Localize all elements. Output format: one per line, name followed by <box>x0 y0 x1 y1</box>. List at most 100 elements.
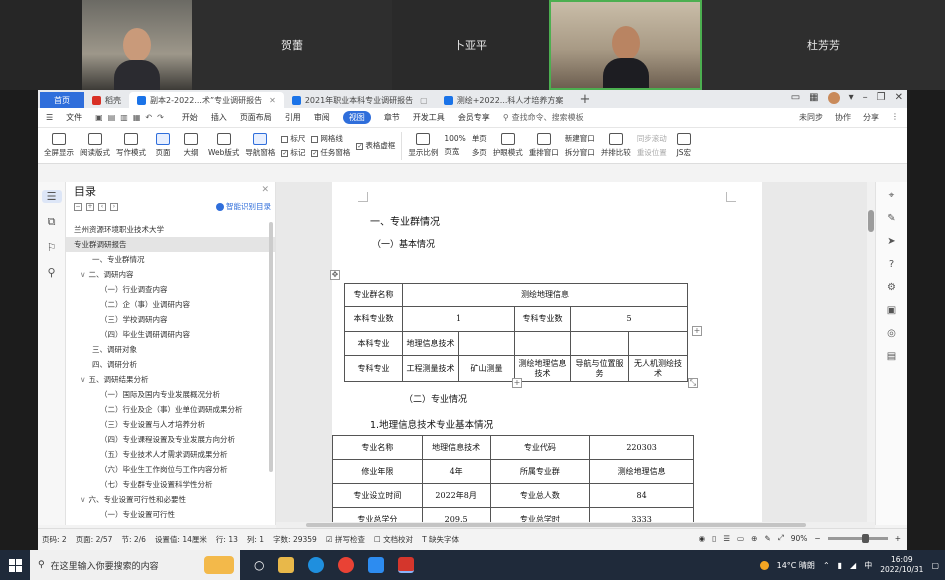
target-icon[interactable]: ◎ <box>887 328 896 339</box>
page-width-button[interactable]: 页宽 <box>444 146 465 157</box>
zoom-slider-knob[interactable] <box>861 533 869 543</box>
zoom-slider[interactable] <box>827 533 888 543</box>
page-view-button[interactable]: 页面 <box>152 133 174 158</box>
weather-text[interactable]: 14°C 晴朗 <box>777 560 815 571</box>
collaborate-button[interactable]: 协作 <box>835 112 851 123</box>
table-move-handle[interactable]: ✥ <box>330 270 340 280</box>
vertical-scrollbar[interactable] <box>867 182 875 525</box>
chevron-down-icon[interactable]: ∨ <box>80 375 86 384</box>
tab-home[interactable]: 首页 <box>40 92 84 108</box>
tab-document[interactable]: 测绘+2022...科人才培养方案 <box>436 92 572 108</box>
pen-icon[interactable]: ✎ <box>764 534 770 543</box>
scroll-thumb[interactable] <box>868 210 874 232</box>
menu-view[interactable]: 视图 <box>342 111 371 124</box>
clock[interactable]: 16:09 2022/10/31 <box>880 555 923 575</box>
video-tile[interactable]: 贺蕾 <box>192 0 392 90</box>
missing-fonts-button[interactable]: T 缺失字体 <box>422 534 459 545</box>
layout-icon[interactable]: ▭ <box>791 92 800 104</box>
toc-item[interactable]: 兰州资源环境职业技术大学 <box>66 222 275 237</box>
writing-mode-button[interactable]: 写作模式 <box>116 133 146 158</box>
ruler-checkbox[interactable]: 标尺 <box>281 133 305 144</box>
chrome-icon[interactable] <box>338 557 355 573</box>
fullscreen-button[interactable]: 全屏显示 <box>44 133 74 158</box>
toc-item[interactable]: 四、调研分析 <box>66 357 275 372</box>
user-avatar[interactable] <box>827 92 840 104</box>
wps-icon[interactable] <box>398 557 415 573</box>
toc-item[interactable]: ∨ 五、调研结果分析 <box>66 372 275 387</box>
toc-item[interactable]: （六）毕业生工作岗位与工作内容分析 <box>66 462 275 477</box>
ime-indicator[interactable]: 中 <box>864 560 872 571</box>
taskbar-search[interactable]: ⚲ 在这里输入你要搜索的内容 <box>30 550 240 580</box>
spell-check-button[interactable]: ☑ 拼写检查 <box>326 534 365 545</box>
command-search[interactable]: ⚲ 查找命令、搜索模板 <box>503 112 584 123</box>
add-column-handle[interactable]: + <box>692 326 702 336</box>
zoom-in-button[interactable]: + <box>895 534 901 543</box>
menu-file[interactable]: 文件 <box>66 112 82 123</box>
pen-icon[interactable]: ✎ <box>887 213 895 224</box>
add-row-handle[interactable]: + <box>512 378 522 388</box>
collapse-all-icon[interactable]: − <box>74 203 82 211</box>
share-button[interactable]: 分享 <box>863 112 879 123</box>
status-wordcount[interactable]: 字数: 29359 <box>273 534 317 545</box>
more-icon[interactable]: ⋮ <box>891 112 899 123</box>
status-pages[interactable]: 页面: 2/57 <box>76 534 113 545</box>
search-icon[interactable]: ⚲ <box>47 266 55 279</box>
bookmark-icon[interactable]: ⚐ <box>47 241 57 254</box>
toc-panel-icon[interactable]: ☰ <box>41 190 62 203</box>
pin-icon[interactable]: ⌖ <box>889 190 895 201</box>
tray-expand-icon[interactable]: ⌃ <box>823 561 830 570</box>
minimize-icon[interactable]: – <box>863 92 868 104</box>
toc-item[interactable]: （四）专业课程设置及专业发展方向分析 <box>66 432 275 447</box>
quick-toolbar[interactable]: ▣▤▥▦↶↷ <box>95 113 169 122</box>
new-tab-button[interactable]: + <box>571 92 598 108</box>
status-setting[interactable]: 设置值: 14厘米 <box>155 534 207 545</box>
read-icon[interactable]: ▭ <box>737 534 744 543</box>
task-view-icon[interactable]: ○ <box>254 558 264 572</box>
single-page-button[interactable]: 单页 <box>472 133 487 144</box>
toc-item[interactable]: （五）专业技术人才需求调研成果分析 <box>66 447 275 462</box>
restore-icon[interactable]: ❐ <box>877 92 886 104</box>
file-explorer-icon[interactable] <box>278 557 295 573</box>
toc-item[interactable]: （二）企（事）业调研内容 <box>66 297 275 312</box>
status-column[interactable]: 列: 1 <box>247 534 264 545</box>
toc-item[interactable]: 专业群调研报告 <box>66 237 275 252</box>
zoom-100-button[interactable]: 100% <box>444 134 465 143</box>
menu-chapter[interactable]: 章节 <box>384 112 400 123</box>
outdent-icon[interactable]: ‹ <box>98 203 106 211</box>
proofread-button[interactable]: ☐ 文档校对 <box>374 534 413 545</box>
smart-toc-button[interactable]: 智能识别目录 <box>216 201 271 212</box>
task-pane-checkbox[interactable]: ✓ 任务窗格 <box>311 147 350 158</box>
arrange-windows-button[interactable]: 重排窗口 <box>529 133 559 158</box>
notification-icon[interactable]: ▢ <box>931 561 939 570</box>
menu-review[interactable]: 审阅 <box>314 112 330 123</box>
zoom-out-button[interactable]: − <box>814 534 820 543</box>
web-icon[interactable]: ⊕ <box>751 534 757 543</box>
table-gridlines-checkbox[interactable]: ✓ 表格虚框 <box>356 140 395 151</box>
toc-item[interactable]: （一）国际及国内专业发展概况分析 <box>66 387 275 402</box>
tab-docer[interactable]: 稻壳 <box>84 92 129 108</box>
split-window-button[interactable]: 拆分窗口 <box>565 147 595 158</box>
close-icon[interactable]: ✕ <box>895 92 903 104</box>
start-button[interactable] <box>0 550 30 580</box>
toc-item[interactable]: （三）学校调研内容 <box>66 312 275 327</box>
toc-item[interactable]: （二）行业及企（事）业单位调研成果分析 <box>66 402 275 417</box>
pages-icon[interactable]: ⧉ <box>48 215 56 229</box>
menu-developer[interactable]: 开发工具 <box>413 112 445 123</box>
menu-icon[interactable]: ☰ <box>46 113 53 122</box>
toc-item[interactable]: ∨ 六、专业设置可行性和必要性 <box>66 492 275 507</box>
tab-document[interactable]: 2021年职业本科专业调研报告 ▢ <box>284 92 436 108</box>
multi-page-button[interactable]: 多页 <box>472 147 487 158</box>
gridlines-checkbox[interactable]: 网格线 <box>311 133 350 144</box>
menu-references[interactable]: 引用 <box>285 112 301 123</box>
chevron-down-icon[interactable]: ▾ <box>849 92 854 104</box>
new-window-button[interactable]: 新建窗口 <box>565 133 595 144</box>
help-icon[interactable]: ? <box>889 259 894 270</box>
video-tile-camera-active[interactable] <box>549 0 702 90</box>
toc-item[interactable]: （一）行业调查内容 <box>66 282 275 297</box>
tab-document-active[interactable]: 副本2-2022...术”专业调研报告 ✕ <box>129 92 284 108</box>
toc-item[interactable]: ∨ 二、调研内容 <box>66 267 275 282</box>
markup-checkbox[interactable]: ✓ 标记 <box>281 147 305 158</box>
status-page[interactable]: 页码: 2 <box>42 534 67 545</box>
nav-pane-button[interactable]: 导航窗格 <box>245 133 275 158</box>
status-section[interactable]: 节: 2/6 <box>121 534 145 545</box>
